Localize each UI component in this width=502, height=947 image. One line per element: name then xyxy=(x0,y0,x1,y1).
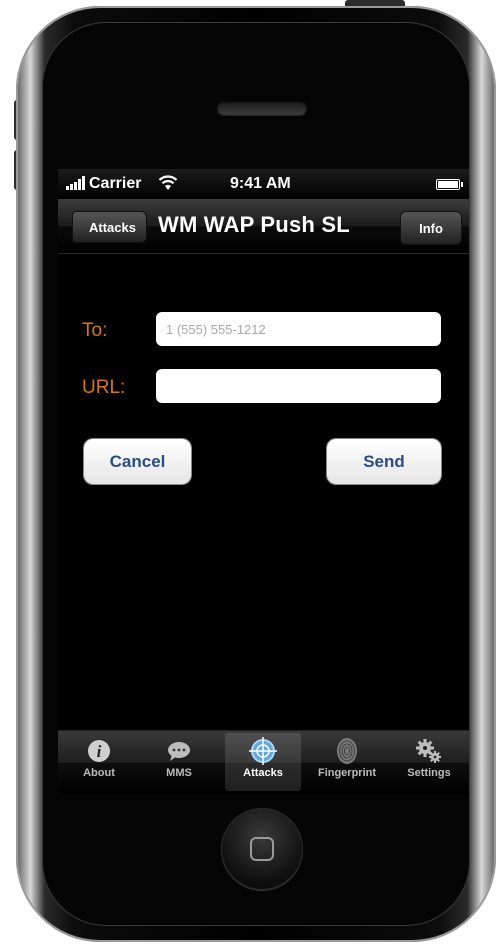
battery-icon xyxy=(436,179,463,190)
tab-fingerprint[interactable]: Fingerprint xyxy=(309,733,385,791)
home-button[interactable] xyxy=(221,808,303,890)
to-phone-field[interactable] xyxy=(156,312,441,346)
tab-settings[interactable]: Settings xyxy=(391,733,467,791)
cancel-button[interactable]: Cancel xyxy=(84,439,191,484)
status-time: 9:41 AM xyxy=(230,175,291,192)
phone-screen: Carrier 9:41 AM Attacks WM WAP Push SL I… xyxy=(58,169,469,794)
url-label: URL: xyxy=(82,377,126,398)
send-button-label: Send xyxy=(363,451,405,471)
crosshair-icon xyxy=(225,733,301,767)
wifi-icon xyxy=(158,175,178,196)
tab-attacks[interactable]: Attacks xyxy=(225,733,301,791)
signal-strength-icon xyxy=(66,176,85,190)
tab-mms[interactable]: MMS xyxy=(141,733,217,791)
info-icon: i xyxy=(61,733,137,767)
speech-bubble-icon xyxy=(141,733,217,767)
back-button-label: Attacks xyxy=(89,219,136,235)
navigation-bar: Attacks WM WAP Push SL Info xyxy=(58,199,469,254)
tab-bar: i About MMS Attacks Fingerprint Settings xyxy=(58,730,469,794)
gears-icon xyxy=(391,733,467,767)
fingerprint-icon xyxy=(309,733,385,767)
tab-fingerprint-label: Fingerprint xyxy=(317,767,377,779)
info-button-label: Info xyxy=(419,220,443,236)
earpiece-speaker xyxy=(217,101,307,115)
cancel-button-label: Cancel xyxy=(109,451,166,471)
to-label: To: xyxy=(82,320,108,341)
carrier-name: Carrier xyxy=(89,175,142,192)
url-field[interactable] xyxy=(156,369,441,403)
send-button[interactable]: Send xyxy=(327,439,441,484)
tab-about[interactable]: i About xyxy=(61,733,137,791)
svg-text:i: i xyxy=(97,742,102,761)
tab-settings-label: Settings xyxy=(407,767,451,779)
home-square-icon xyxy=(250,837,274,861)
page-title: WM WAP Push SL xyxy=(158,212,350,237)
tab-attacks-label: Attacks xyxy=(243,767,283,779)
info-button[interactable]: Info xyxy=(400,211,462,245)
tab-mms-label: MMS xyxy=(166,767,192,779)
tab-about-label: About xyxy=(83,767,115,779)
status-bar: Carrier 9:41 AM xyxy=(58,169,469,199)
back-button[interactable]: Attacks xyxy=(72,211,147,243)
